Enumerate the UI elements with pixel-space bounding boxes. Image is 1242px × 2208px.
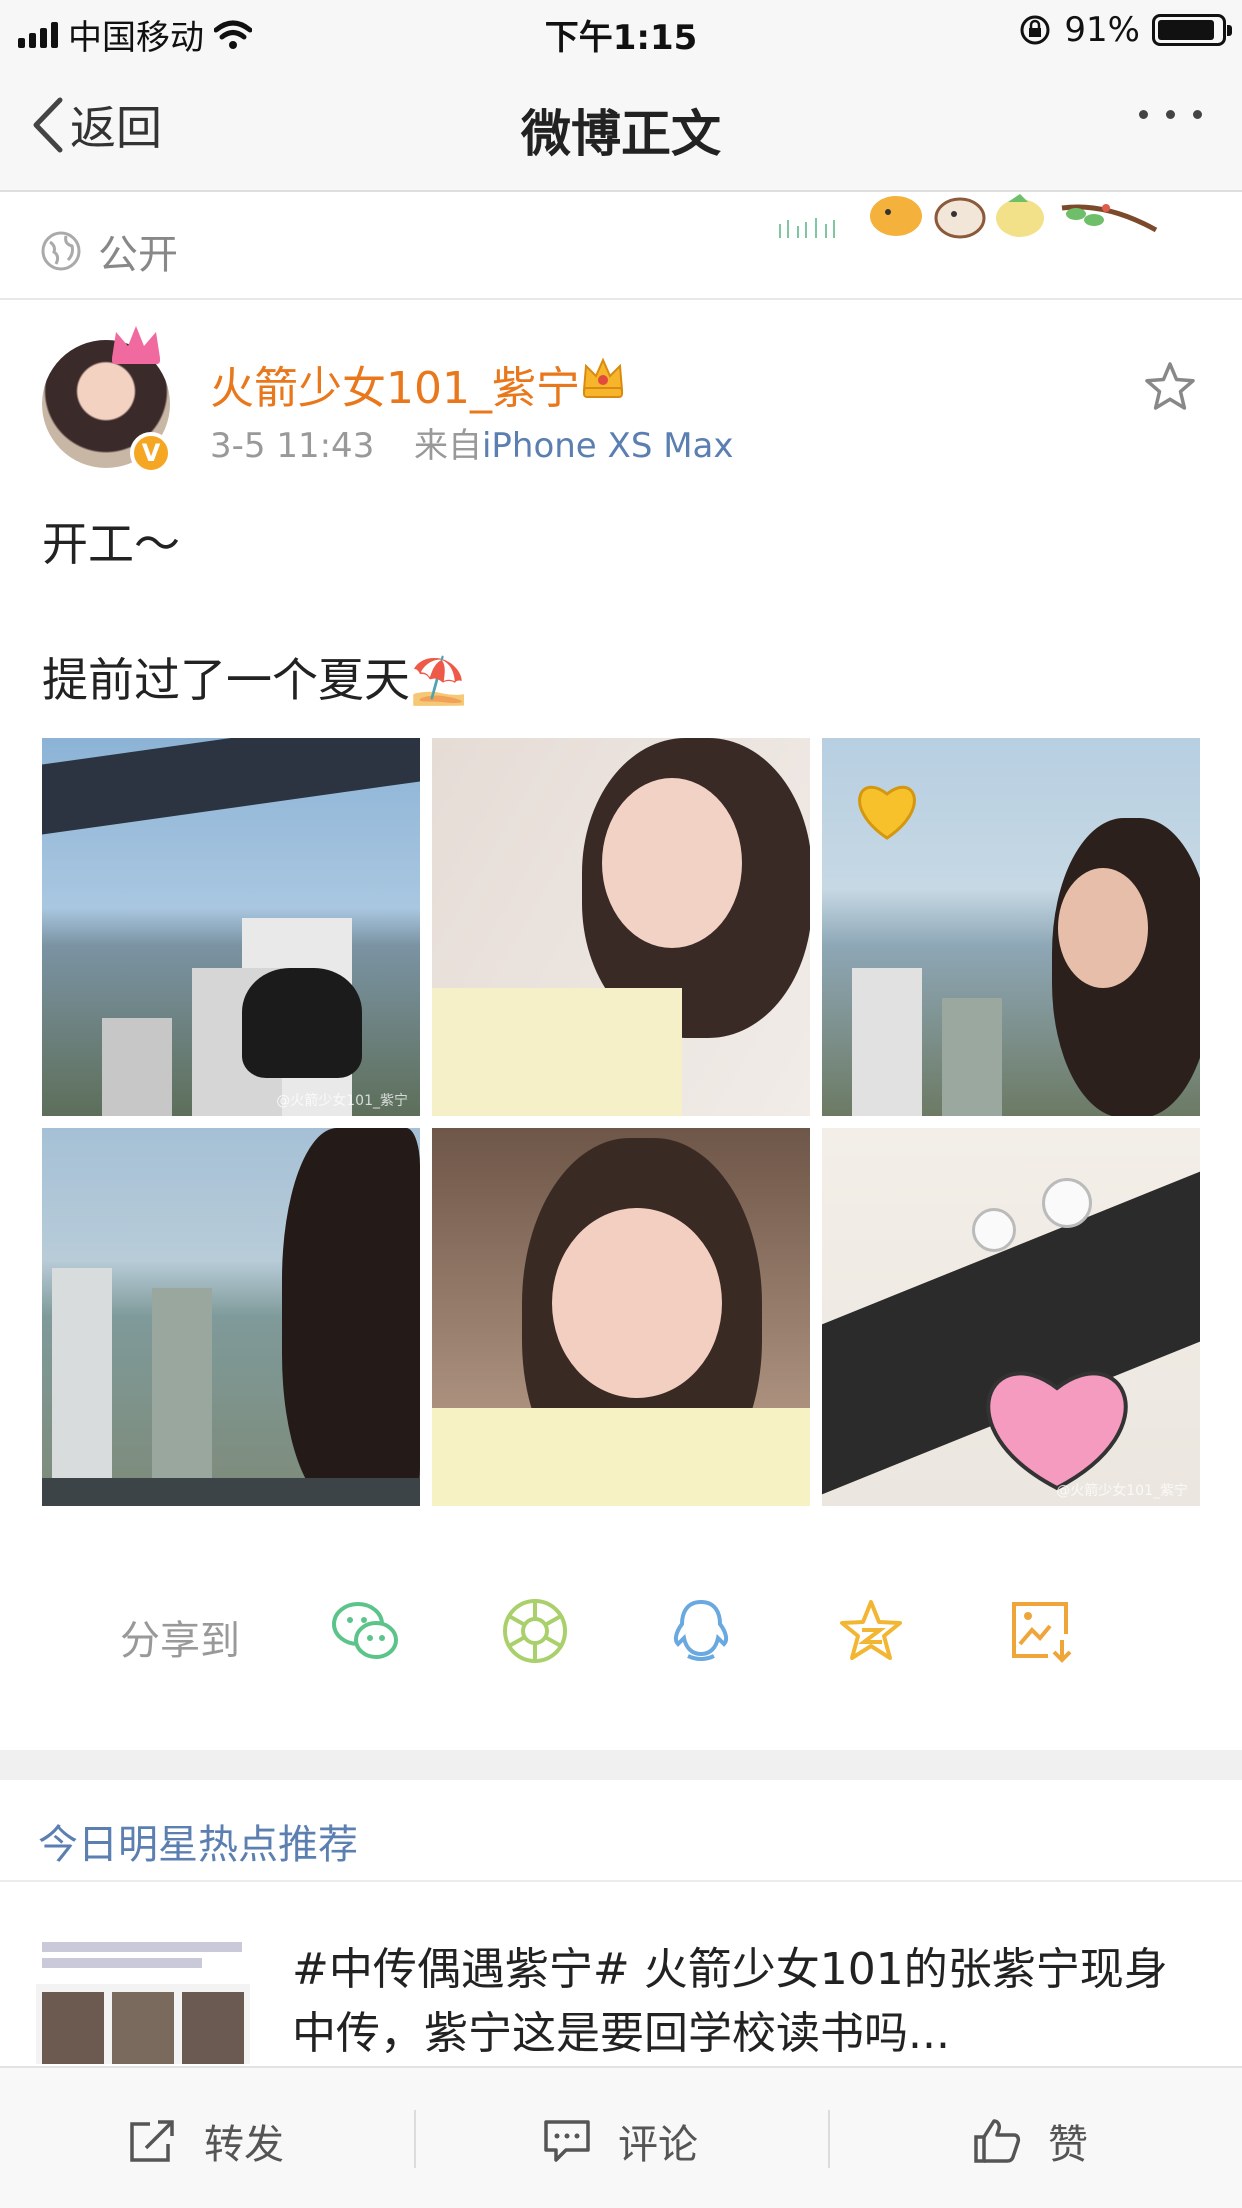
recommend-title[interactable]: #中传偶遇紫宁# 火箭少女101的张紫宁现身中传，紫宁这是要回学校读书吗...: [292, 1938, 1192, 2066]
qzone-icon[interactable]: [836, 1596, 906, 1666]
repost-button[interactable]: 转发: [128, 2112, 284, 2170]
post-text-line: 提前过了一个夏天⛱️: [42, 653, 468, 707]
post-photo[interactable]: @火箭少女101_紫宁: [822, 1128, 1200, 1506]
repost-label: 转发: [204, 2122, 284, 2168]
photo-watermark: @火箭少女101_紫宁: [276, 1093, 408, 1109]
wechat-icon[interactable]: [330, 1596, 400, 1666]
comment-button[interactable]: 评论: [542, 2112, 698, 2170]
post-photo[interactable]: [432, 738, 810, 1116]
recommend-thumbnail[interactable]: [36, 1924, 250, 2064]
like-button[interactable]: 赞: [972, 2112, 1088, 2170]
battery-icon: [1152, 14, 1232, 46]
repost-icon: [130, 2120, 174, 2162]
like-label: 赞: [1048, 2122, 1088, 2168]
thumbs-up-icon: [974, 2119, 1021, 2163]
post-meta: 3-5 11:43 来自iPhone XS Max: [210, 418, 734, 467]
recommend-header[interactable]: 今日明星热点推荐: [38, 1812, 358, 1870]
vip-crown-icon[interactable]: [580, 356, 626, 400]
globe-icon: [41, 231, 81, 271]
battery-percent: 91%: [1064, 10, 1140, 50]
more-button[interactable]: [1139, 110, 1202, 119]
section-divider: [0, 1750, 1242, 1780]
top-bar: 中国移动 下午1:15 91% 返回 微博正文: [0, 0, 1242, 192]
moments-icon[interactable]: [500, 1596, 570, 1666]
comment-label: 评论: [618, 2122, 698, 2168]
comment-icon: [544, 2120, 590, 2162]
decorative-birds-card-skin: [779, 194, 1158, 239]
share-label: 分享到: [120, 1618, 240, 1664]
visibility-row: 公开: [0, 194, 1242, 300]
post-photo[interactable]: [42, 1128, 420, 1506]
status-bar: 中国移动 下午1:15 91%: [0, 0, 1242, 62]
photo-watermark: @火箭少女101_紫宁: [1056, 1483, 1188, 1499]
author-name[interactable]: 火箭少女101_紫宁: [210, 352, 580, 416]
source-prefix: 来自: [413, 426, 482, 466]
save-image-icon[interactable]: [1006, 1596, 1076, 1666]
post-text-line: 开工～: [42, 517, 180, 571]
qq-icon[interactable]: [666, 1596, 736, 1666]
weibo-post-page: 中国移动 下午1:15 91% 返回 微博正文 公开 V 火箭少女101_紫宁 …: [0, 0, 1242, 2208]
battery-fill: [1158, 20, 1215, 40]
page-title: 微博正文: [521, 105, 721, 163]
favorite-star-icon[interactable]: [1142, 360, 1198, 414]
toolbar-separator: [828, 2110, 830, 2168]
more-dot-icon: [1193, 110, 1202, 119]
toolbar-separator: [414, 2110, 416, 2168]
rotation-lock-icon: [1020, 15, 1050, 45]
post-photo[interactable]: [822, 738, 1200, 1116]
crown-101-icon: [112, 326, 160, 364]
verified-v-badge: V: [130, 432, 172, 474]
post-photo[interactable]: @火箭少女101_紫宁: [42, 738, 420, 1116]
post-time: 3-5 11:43: [210, 426, 375, 466]
divider: [0, 1880, 1242, 1882]
more-dot-icon: [1139, 110, 1148, 119]
post-source[interactable]: iPhone XS Max: [482, 426, 734, 466]
visibility-label: 公开: [98, 232, 178, 278]
post-photo[interactable]: [432, 1128, 810, 1506]
bottom-toolbar: 转发 评论 赞: [0, 2066, 1242, 2208]
heart-sticker-icon: [858, 785, 916, 840]
pink-heart-sticker-icon: [986, 1371, 1128, 1491]
more-dot-icon: [1166, 110, 1175, 119]
